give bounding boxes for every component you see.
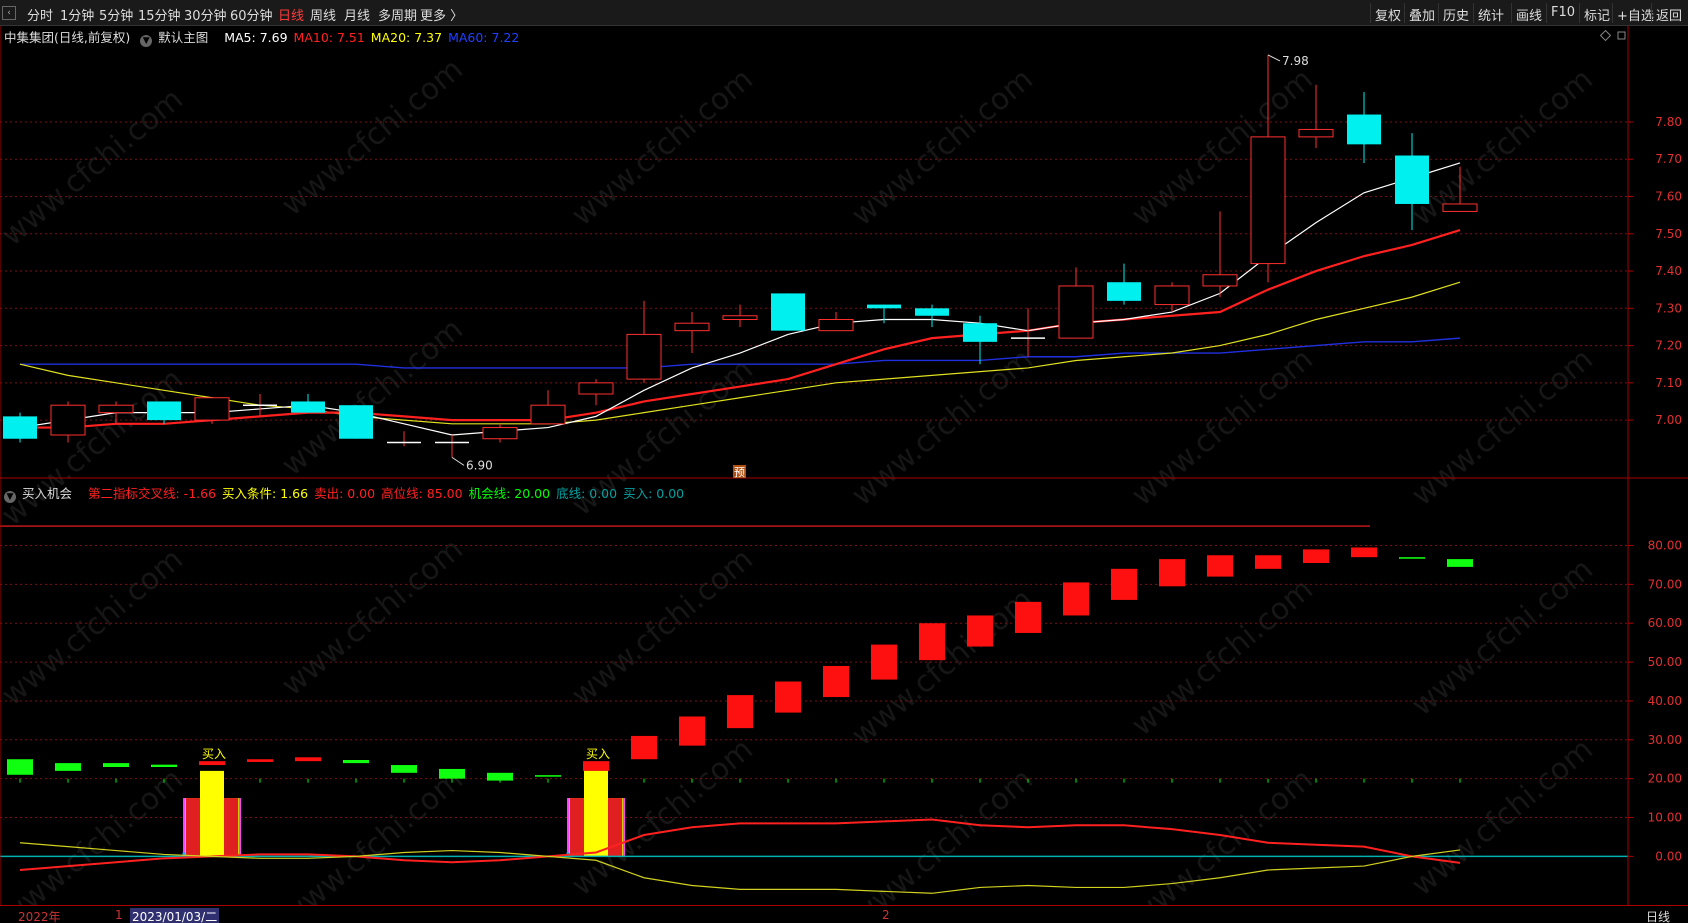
y-tick-label: 70.00	[1648, 577, 1682, 591]
candle-body	[482, 427, 518, 440]
candle-body	[1154, 285, 1190, 306]
indicator-bar	[199, 761, 225, 766]
indicator-bar	[151, 764, 177, 767]
y-tick-label: 7.10	[1655, 376, 1682, 390]
candle-body	[339, 405, 373, 439]
month-mark: 2	[882, 908, 890, 922]
month-mark: 1	[115, 908, 123, 922]
indicator-bar	[1111, 568, 1137, 600]
candle-body	[530, 404, 566, 425]
indicator-bar	[823, 665, 849, 698]
y-tick-label: 7.20	[1655, 339, 1682, 353]
candle-body	[963, 323, 997, 342]
cursor-date-label: 2023/01/03/二	[130, 908, 220, 923]
indicator-bar	[1159, 559, 1185, 587]
candle-body	[147, 401, 181, 421]
time-axis-bar: 2022年 1 2023/01/03/二 2 日线	[0, 905, 1688, 923]
indicator-bar	[7, 759, 33, 775]
diamond-icon	[1599, 29, 1612, 42]
panel-menu-icon	[1617, 31, 1626, 40]
y-tick-label: 0.00	[1655, 849, 1682, 863]
low-price-label: 6.90	[466, 458, 493, 472]
indicator-bar	[1447, 559, 1473, 567]
candle-body	[1202, 274, 1238, 287]
buy-signal-label: 买入	[586, 747, 610, 761]
candle-body	[1298, 128, 1334, 138]
indicator-bar	[487, 772, 513, 781]
y-tick-label: 60.00	[1648, 616, 1682, 630]
indicator-bar	[391, 765, 417, 773]
indicator-bar	[583, 761, 609, 771]
indicator-bar	[247, 759, 273, 762]
y-tick-label: 7.50	[1655, 227, 1682, 241]
y-tick-label: 7.70	[1655, 152, 1682, 166]
buy-signal-column	[584, 770, 608, 857]
indicator-bar	[1255, 555, 1281, 569]
y-tick-label: 7.60	[1655, 190, 1682, 204]
candle-body	[818, 318, 854, 332]
indicator-bar	[1399, 557, 1425, 559]
y-tick-label: 10.00	[1648, 811, 1682, 825]
indicator-bar	[535, 775, 561, 777]
ma5-line	[19, 162, 1461, 436]
indicator-bar	[1207, 555, 1233, 577]
indicator-bar	[871, 644, 897, 680]
candle-body	[291, 401, 325, 413]
indicator-bar	[343, 760, 369, 764]
forecast-badge-label: 预	[734, 466, 745, 479]
indicator-bar	[1303, 549, 1329, 563]
y-tick-label: 50.00	[1648, 655, 1682, 669]
candle-body	[771, 293, 805, 331]
indicator-bar	[727, 695, 753, 729]
low-marker	[451, 456, 465, 466]
buy-signal-column	[200, 770, 224, 857]
candle-body	[1442, 203, 1478, 212]
candle-body	[1395, 155, 1429, 204]
indicator-bar	[1063, 582, 1089, 616]
indicator-bar	[295, 757, 321, 762]
buy-signal-label: 买入	[202, 747, 226, 761]
indicator-bar	[103, 763, 129, 767]
indicator-bar	[1015, 601, 1041, 633]
indicator-bar	[775, 681, 801, 713]
candle-body	[915, 308, 949, 316]
y-tick-label: 7.00	[1655, 413, 1682, 427]
y-tick-label: 20.00	[1648, 772, 1682, 786]
candle-body	[1058, 285, 1094, 339]
candle-body	[578, 382, 614, 395]
indicator-bar	[679, 716, 705, 746]
kline-chart[interactable]: 买入 买入 7.80 7.70 7.60 7.50 7.40 7.30 7.20 7.10 7.0…	[0, 0, 1688, 923]
indicator-bar	[631, 735, 657, 760]
indicator-bar	[55, 763, 81, 771]
indicator-bar	[439, 768, 465, 779]
candle-body	[1107, 282, 1141, 301]
candle-body	[50, 404, 86, 436]
candle-body	[98, 404, 134, 414]
candle-body	[626, 333, 662, 380]
candle-body	[674, 322, 710, 332]
period-label: 日线	[1646, 910, 1671, 923]
y-tick-label: 80.00	[1648, 539, 1682, 553]
candle-body	[1250, 136, 1286, 265]
y-tick-label: 7.40	[1655, 264, 1682, 278]
year-label: 2022年	[18, 910, 61, 923]
candle-body	[1347, 114, 1381, 145]
y-tick-label: 40.00	[1648, 694, 1682, 708]
indicator-bar	[967, 615, 993, 647]
y-tick-label: 7.80	[1655, 115, 1682, 129]
candle-body	[194, 397, 230, 421]
y-tick-label: 30.00	[1648, 733, 1682, 747]
indicator-bar	[919, 623, 945, 661]
high-marker	[1267, 54, 1281, 62]
candle-body	[867, 304, 901, 309]
y-tick-label: 7.30	[1655, 301, 1682, 315]
candle-body	[3, 416, 37, 439]
high-price-label: 7.98	[1282, 54, 1309, 68]
indicator-bar	[1351, 547, 1377, 558]
candle-body	[722, 315, 758, 320]
